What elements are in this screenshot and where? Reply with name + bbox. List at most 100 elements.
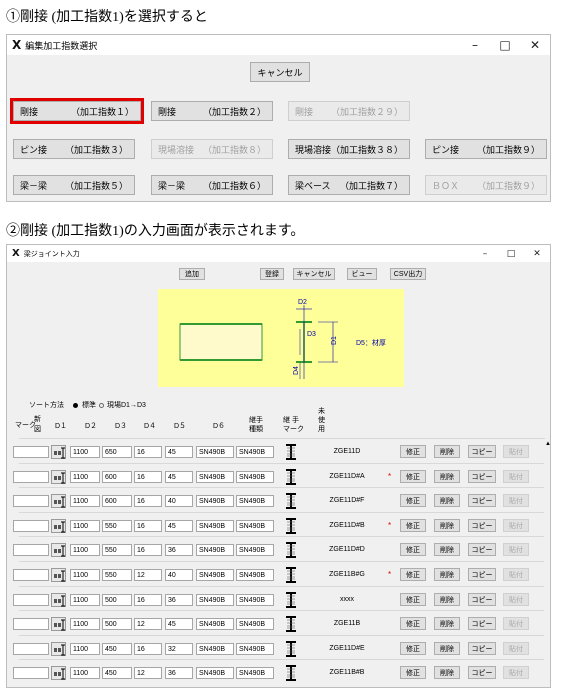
process-button-4[interactable]: ピン接 （加工指数３） xyxy=(13,139,135,159)
add-button[interactable]: 追加 xyxy=(179,268,205,280)
copy-button[interactable]: コピー xyxy=(468,494,496,507)
field-d3[interactable]: 550 xyxy=(102,520,132,532)
field-d3[interactable]: 450 xyxy=(102,643,132,655)
copy-button[interactable]: コピー xyxy=(468,593,496,606)
edit-button[interactable]: 修正 xyxy=(400,543,426,556)
delete-button[interactable]: 削除 xyxy=(434,519,460,532)
mark-picker-icon[interactable] xyxy=(51,593,66,607)
view-button[interactable]: ビュー xyxy=(347,268,377,280)
field-d6b[interactable]: SN490B xyxy=(236,618,274,630)
edit-button[interactable]: 修正 xyxy=(400,666,426,679)
minimize-icon[interactable]: – xyxy=(460,38,490,52)
delete-button[interactable]: 削除 xyxy=(434,445,460,458)
field-d4[interactable]: 16 xyxy=(134,471,162,483)
edit-button[interactable]: 修正 xyxy=(400,593,426,606)
mark-input[interactable] xyxy=(13,520,49,532)
edit-button[interactable]: 修正 xyxy=(400,494,426,507)
field-d6a[interactable]: SN490B xyxy=(196,446,234,458)
field-d2[interactable]: 1100 xyxy=(70,544,100,556)
field-d5[interactable]: 45 xyxy=(165,471,193,483)
field-d4[interactable]: 12 xyxy=(134,618,162,630)
field-d6a[interactable]: SN490B xyxy=(196,569,234,581)
copy-button[interactable]: コピー xyxy=(468,445,496,458)
field-d6a[interactable]: SN490B xyxy=(196,618,234,630)
field-d4[interactable]: 16 xyxy=(134,544,162,556)
copy-button[interactable]: コピー xyxy=(468,666,496,679)
field-d6b[interactable]: SN490B xyxy=(236,643,274,655)
mark-picker-icon[interactable] xyxy=(51,445,66,459)
mark-picker-icon[interactable] xyxy=(51,543,66,557)
field-d2[interactable]: 1100 xyxy=(70,594,100,606)
mark-input[interactable] xyxy=(13,667,49,679)
cancel-button[interactable]: キャンセル xyxy=(250,62,310,82)
field-d2[interactable]: 1100 xyxy=(70,495,100,507)
delete-button[interactable]: 削除 xyxy=(434,642,460,655)
process-button-7[interactable]: ピン接 （加工指数９） xyxy=(425,139,547,159)
field-d2[interactable]: 1100 xyxy=(70,569,100,581)
process-button-10[interactable]: 梁ベース （加工指数７） xyxy=(288,175,410,195)
field-d3[interactable]: 550 xyxy=(102,569,132,581)
field-d4[interactable]: 16 xyxy=(134,594,162,606)
field-d4[interactable]: 16 xyxy=(134,495,162,507)
close-icon[interactable]: ✕ xyxy=(520,38,550,52)
delete-button[interactable]: 削除 xyxy=(434,470,460,483)
field-d5[interactable]: 45 xyxy=(165,520,193,532)
field-d2[interactable]: 1100 xyxy=(70,643,100,655)
field-d6a[interactable]: SN490B xyxy=(196,544,234,556)
mark-input[interactable] xyxy=(13,495,49,507)
field-d5[interactable]: 36 xyxy=(165,544,193,556)
edit-button[interactable]: 修正 xyxy=(400,617,426,630)
mark-picker-icon[interactable] xyxy=(51,494,66,508)
copy-button[interactable]: コピー xyxy=(468,617,496,630)
mark-input[interactable] xyxy=(13,618,49,630)
field-d5[interactable]: 40 xyxy=(165,569,193,581)
process-button-6[interactable]: 現場溶接（加工指数３８） xyxy=(288,139,410,159)
mark-input[interactable] xyxy=(13,544,49,556)
field-d6b[interactable]: SN490B xyxy=(236,594,274,606)
mark-picker-icon[interactable] xyxy=(51,617,66,631)
field-d4[interactable]: 16 xyxy=(134,446,162,458)
copy-button[interactable]: コピー xyxy=(468,470,496,483)
field-d4[interactable]: 12 xyxy=(134,667,162,679)
field-d6b[interactable]: SN490B xyxy=(236,495,274,507)
field-d6a[interactable]: SN490B xyxy=(196,471,234,483)
mark-picker-icon[interactable] xyxy=(51,568,66,582)
copy-button[interactable]: コピー xyxy=(468,543,496,556)
close-icon-2[interactable]: ✕ xyxy=(524,249,550,259)
copy-button[interactable]: コピー xyxy=(468,568,496,581)
field-d6a[interactable]: SN490B xyxy=(196,594,234,606)
field-d2[interactable]: 1100 xyxy=(70,520,100,532)
mark-input[interactable] xyxy=(13,569,49,581)
mark-picker-icon[interactable] xyxy=(51,470,66,484)
field-d3[interactable]: 650 xyxy=(102,446,132,458)
process-button-9[interactable]: 梁－梁 （加工指数６） xyxy=(151,175,273,195)
maximize-icon[interactable]: □ xyxy=(490,38,520,52)
mark-picker-icon[interactable] xyxy=(51,666,66,680)
copy-button[interactable]: コピー xyxy=(468,519,496,532)
minimize-icon-2[interactable]: – xyxy=(472,249,498,259)
field-d6b[interactable]: SN490B xyxy=(236,569,274,581)
field-d5[interactable]: 45 xyxy=(165,618,193,630)
process-button-2[interactable]: 剛接 （加工指数２） xyxy=(151,101,273,121)
field-d2[interactable]: 1100 xyxy=(70,618,100,630)
field-d3[interactable]: 500 xyxy=(102,594,132,606)
field-d6b[interactable]: SN490B xyxy=(236,667,274,679)
delete-button[interactable]: 削除 xyxy=(434,593,460,606)
sort-option-site[interactable]: 現場D1→D3 xyxy=(99,400,146,410)
field-d5[interactable]: 32 xyxy=(165,643,193,655)
edit-button[interactable]: 修正 xyxy=(400,445,426,458)
field-d3[interactable]: 600 xyxy=(102,471,132,483)
mark-input[interactable] xyxy=(13,594,49,606)
delete-button[interactable]: 削除 xyxy=(434,494,460,507)
delete-button[interactable]: 削除 xyxy=(434,617,460,630)
mark-picker-icon[interactable] xyxy=(51,519,66,533)
field-d5[interactable]: 36 xyxy=(165,667,193,679)
delete-button[interactable]: 削除 xyxy=(434,666,460,679)
field-d2[interactable]: 1100 xyxy=(70,471,100,483)
field-d6a[interactable]: SN490B xyxy=(196,667,234,679)
field-d3[interactable]: 600 xyxy=(102,495,132,507)
edit-button[interactable]: 修正 xyxy=(400,470,426,483)
sort-option-standard[interactable]: 標準 xyxy=(73,400,96,410)
csv-export-button[interactable]: CSV出力 xyxy=(390,268,426,280)
vertical-scrollbar[interactable] xyxy=(544,441,550,687)
